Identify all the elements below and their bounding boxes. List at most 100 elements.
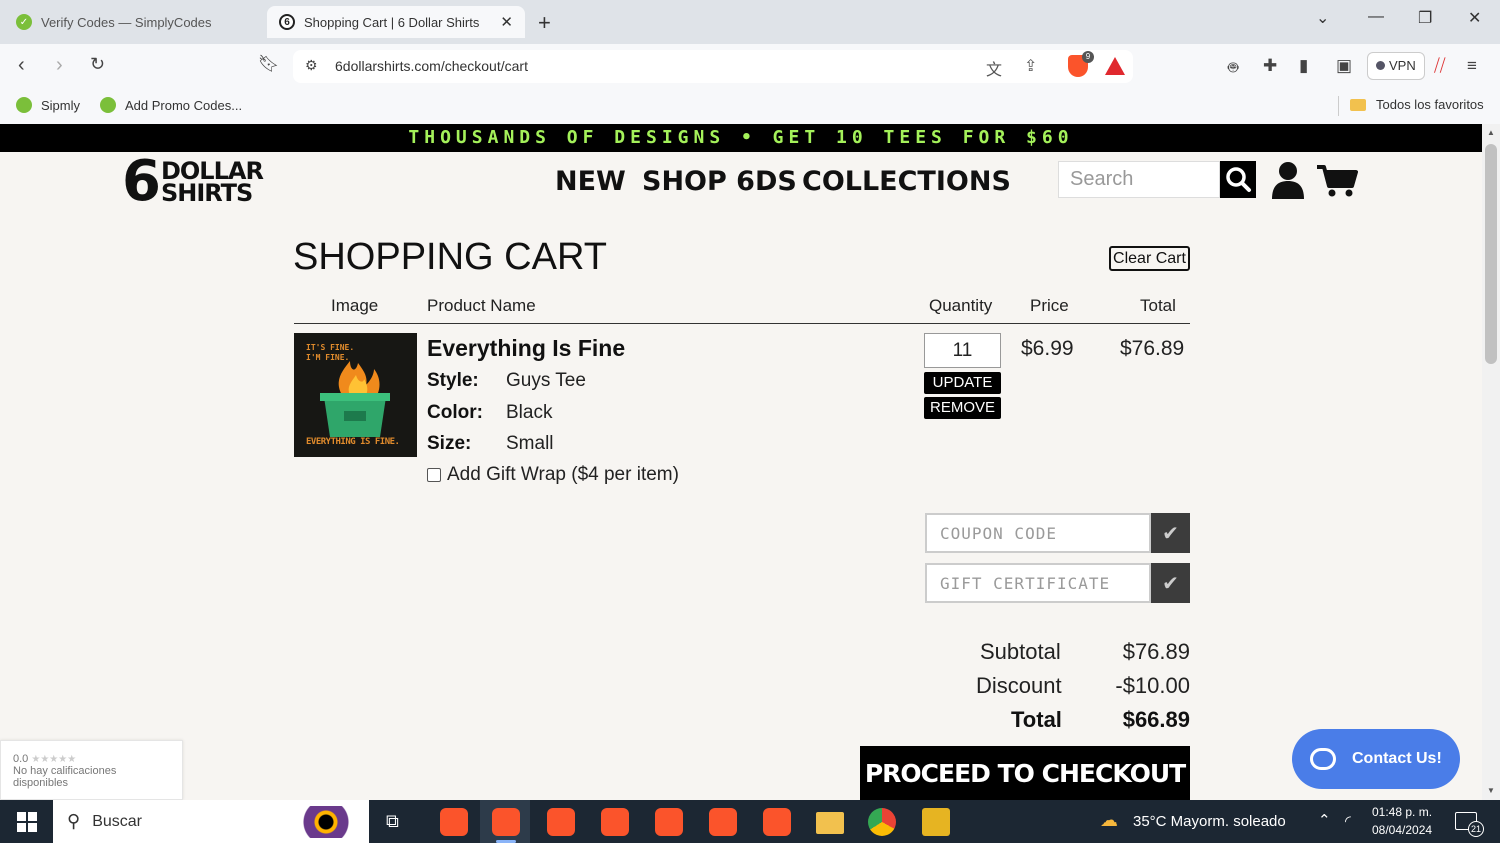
quantity-input[interactable]: 11 xyxy=(924,333,1001,368)
vpn-status-icon xyxy=(1376,61,1385,70)
apply-gift-certificate-button[interactable]: ✔ xyxy=(1151,563,1190,603)
restore-icon[interactable]: ❐ xyxy=(1418,8,1432,28)
total-label: Total xyxy=(1011,707,1062,732)
brave-profile-4-icon[interactable] xyxy=(601,808,629,836)
promo-banner[interactable]: THOUSANDS OF DESIGNS • GET 10 TEES FOR $… xyxy=(0,124,1482,152)
notifications-icon[interactable]: 21 xyxy=(1455,812,1484,837)
account-icon[interactable] xyxy=(1271,161,1305,199)
new-tab-icon[interactable]: + xyxy=(538,10,551,36)
nav-new[interactable]: NEW xyxy=(555,166,626,197)
apply-coupon-button[interactable]: ✔ xyxy=(1151,513,1190,553)
discount-label: Discount xyxy=(976,673,1062,698)
bookmark-label: Todos los favoritos xyxy=(1376,97,1484,112)
brave-profile-6-icon[interactable] xyxy=(709,808,737,836)
site-settings-icon[interactable]: ⚙ xyxy=(305,57,318,74)
rating-widget[interactable]: 0.0 ★★★★★ No hay calificaciones disponib… xyxy=(0,740,183,800)
bookmark-icon[interactable]: 🔖︎ xyxy=(258,54,280,74)
logo-line-2: SHIRTS xyxy=(160,179,253,207)
browser-toolbar: ‹ › ↻ 🔖︎ ⚙ 6dollarshirts.com/checkout/ca… xyxy=(0,44,1500,90)
product-image[interactable]: IT'S FINE. I'M FINE. EVERYTHING IS FINE. xyxy=(294,333,417,457)
clear-cart-button[interactable]: Clear Cart xyxy=(1109,246,1190,271)
size-label: Size: xyxy=(427,433,472,454)
translate-icon[interactable]: 文 xyxy=(986,56,1002,80)
leo-ai-icon[interactable]: 🤖︎ xyxy=(1228,56,1238,80)
nav-shop-6ds[interactable]: SHOP 6DS xyxy=(642,166,797,197)
vpn-button[interactable]: VPN xyxy=(1367,52,1425,80)
contact-us-button[interactable]: Contact Us! xyxy=(1292,729,1460,789)
subtotal-label: Subtotal xyxy=(980,639,1061,664)
brave-shields-icon[interactable]: 9 xyxy=(1068,51,1094,77)
brave-news-icon[interactable]: ⧸⧸ xyxy=(1434,56,1446,76)
gift-wrap-checkbox[interactable] xyxy=(427,468,441,482)
task-view-icon[interactable]: ⧉ xyxy=(386,811,399,832)
share-icon[interactable]: ⇪ xyxy=(1024,56,1037,76)
close-tab-icon[interactable]: ✕ xyxy=(500,13,513,31)
site-logo[interactable]: 6 DOLLAR SHIRTS xyxy=(122,154,264,210)
brave-rewards-icon[interactable] xyxy=(1105,57,1125,75)
reload-icon[interactable]: ↻ xyxy=(90,54,105,75)
menu-icon[interactable]: ≡ xyxy=(1467,56,1477,76)
bookmark-add-promo-codes[interactable]: Add Promo Codes... xyxy=(100,97,242,113)
contact-label: Contact Us! xyxy=(1352,750,1442,767)
brave-profile-1-icon[interactable] xyxy=(440,808,468,836)
close-window-icon[interactable]: ✕ xyxy=(1468,8,1481,28)
notification-count: 21 xyxy=(1468,821,1484,837)
minimize-icon[interactable]: — xyxy=(1368,8,1384,26)
sipmly-favicon-icon xyxy=(16,97,32,113)
network-icon[interactable]: ◜ xyxy=(1345,812,1351,830)
weather-icon[interactable]: ☁ xyxy=(1100,810,1118,831)
table-divider xyxy=(294,323,1190,324)
rating-text: No hay calificaciones disponibles xyxy=(13,765,117,789)
gift-certificate-input[interactable]: GIFT CERTIFICATE xyxy=(925,563,1151,603)
coupon-code-input[interactable]: COUPON CODE xyxy=(925,513,1151,553)
start-button[interactable] xyxy=(0,800,53,843)
bookmark-all-favorites[interactable]: Todos los favoritos xyxy=(1350,97,1484,112)
search-input[interactable]: Search xyxy=(1058,161,1220,198)
clock[interactable]: 01:48 p. m. 08/04/2024 xyxy=(1372,803,1432,839)
scroll-down-icon[interactable]: ▼ xyxy=(1487,786,1495,795)
update-button[interactable]: UPDATE xyxy=(924,372,1001,394)
brave-profile-2-icon[interactable] xyxy=(492,808,520,836)
product-name[interactable]: Everything Is Fine xyxy=(427,335,625,362)
remove-button[interactable]: REMOVE xyxy=(924,397,1001,419)
chrome-icon[interactable] xyxy=(868,808,896,836)
scrollbar-thumb[interactable] xyxy=(1485,144,1497,364)
nav-collections[interactable]: COLLECTIONS xyxy=(802,166,1011,197)
item-price: $6.99 xyxy=(1021,337,1074,360)
brave-profile-7-icon[interactable] xyxy=(763,808,791,836)
browser-tab-bar: ✓ Verify Codes — SimplyCodes 6 Shopping … xyxy=(0,0,1500,44)
brave-profile-3-icon[interactable] xyxy=(547,808,575,836)
address-bar[interactable]: ⚙ 6dollarshirts.com/checkout/cart 文 ⇪ 9 xyxy=(293,50,1133,83)
item-total: $76.89 xyxy=(1120,337,1185,360)
wallet-icon[interactable]: ▣ xyxy=(1336,56,1352,76)
tray-chevron-icon[interactable]: ⌃ xyxy=(1318,811,1331,829)
proceed-to-checkout-button[interactable]: PROCEED TO CHECKOUT xyxy=(860,746,1190,800)
back-icon[interactable]: ‹ xyxy=(18,54,25,77)
taskbar-search[interactable]: ⚲ Buscar xyxy=(53,800,369,843)
weather-text[interactable]: 35°C Mayorm. soleado xyxy=(1133,813,1286,830)
stars-icon: ★★★★★ xyxy=(31,754,77,765)
app-icon[interactable] xyxy=(922,808,950,836)
gift-wrap-label: Add Gift Wrap ($4 per item) xyxy=(447,464,679,485)
tab-search-chevron-icon[interactable]: ⌄ xyxy=(1316,8,1329,28)
sidebar-icon[interactable]: ▮ xyxy=(1299,56,1308,76)
cart-icon[interactable] xyxy=(1316,164,1358,198)
column-header-total: Total xyxy=(1140,296,1176,315)
vpn-label: VPN xyxy=(1389,58,1416,73)
windows-taskbar: ⚲ Buscar ⧉ ☁ 35°C Mayorm. soleado ⌃ ◜ 01… xyxy=(0,800,1500,843)
tab-shopping-cart[interactable]: 6 Shopping Cart | 6 Dollar Shirts ✕ xyxy=(267,6,525,38)
bookmarks-bar: Sipmly Add Promo Codes... Todos los favo… xyxy=(0,90,1500,124)
gift-wrap-option[interactable]: Add Gift Wrap ($4 per item) xyxy=(427,464,679,486)
page-scrollbar[interactable]: ▲ ▼ xyxy=(1482,124,1500,800)
search-button[interactable] xyxy=(1220,161,1256,198)
file-explorer-icon[interactable] xyxy=(816,812,844,834)
tab-simplycodes[interactable]: ✓ Verify Codes — SimplyCodes xyxy=(4,6,262,38)
scroll-up-icon[interactable]: ▲ xyxy=(1487,128,1495,137)
time: 01:48 p. m. xyxy=(1372,805,1433,819)
tab-title: Shopping Cart | 6 Dollar Shirts xyxy=(304,14,480,30)
brave-profile-5-icon[interactable] xyxy=(655,808,683,836)
forward-icon[interactable]: › xyxy=(56,54,63,77)
promo-favicon-icon xyxy=(100,97,116,113)
bookmark-sipmly[interactable]: Sipmly xyxy=(16,97,80,113)
extensions-icon[interactable]: ✚ xyxy=(1263,56,1277,76)
